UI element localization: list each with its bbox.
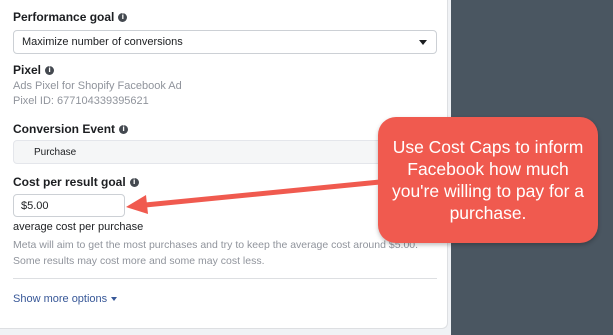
cost-per-result-input[interactable]: $5.00	[13, 194, 125, 217]
chevron-down-icon	[419, 40, 427, 45]
performance-goal-value: Maximize number of conversions	[22, 36, 183, 48]
pixel-name: Ads Pixel for Shopify Facebook Ad	[13, 80, 182, 92]
info-icon[interactable]: i	[129, 177, 139, 187]
pixel-heading: Pixel i	[13, 63, 55, 77]
conversion-event-label: Conversion Event	[13, 122, 116, 136]
conversion-event-heading: Conversion Event i	[13, 122, 129, 136]
cost-description: Meta will aim to get the most purchases …	[13, 239, 419, 267]
cost-goal-heading: Cost per result goal i	[13, 175, 139, 189]
info-icon[interactable]: i	[45, 65, 55, 75]
conversion-event-value: Purchase	[34, 146, 77, 158]
cost-goal-label: Cost per result goal	[13, 175, 126, 189]
pixel-label: Pixel	[13, 63, 42, 77]
chevron-down-icon	[111, 297, 118, 301]
show-more-label: Show more options	[13, 293, 108, 305]
annotation-callout: Use Cost Caps to inform Facebook how muc…	[378, 117, 598, 243]
info-icon[interactable]: i	[118, 12, 128, 22]
cost-per-result-value: $5.00	[21, 199, 49, 212]
cost-help-text: average cost per purchase	[13, 221, 144, 233]
divider	[13, 278, 437, 279]
callout-text: Use Cost Caps to inform Facebook how muc…	[391, 137, 585, 223]
performance-goal-label: Performance goal	[13, 10, 115, 24]
performance-goal-select[interactable]: Maximize number of conversions	[13, 30, 437, 54]
conversion-event-field[interactable]: Purchase	[13, 140, 437, 164]
info-icon[interactable]: i	[119, 124, 129, 134]
pixel-id: Pixel ID: 677104339395621	[13, 95, 149, 107]
show-more-options-link[interactable]: Show more options	[13, 293, 118, 305]
performance-goal-heading: Performance goal i	[13, 10, 128, 24]
